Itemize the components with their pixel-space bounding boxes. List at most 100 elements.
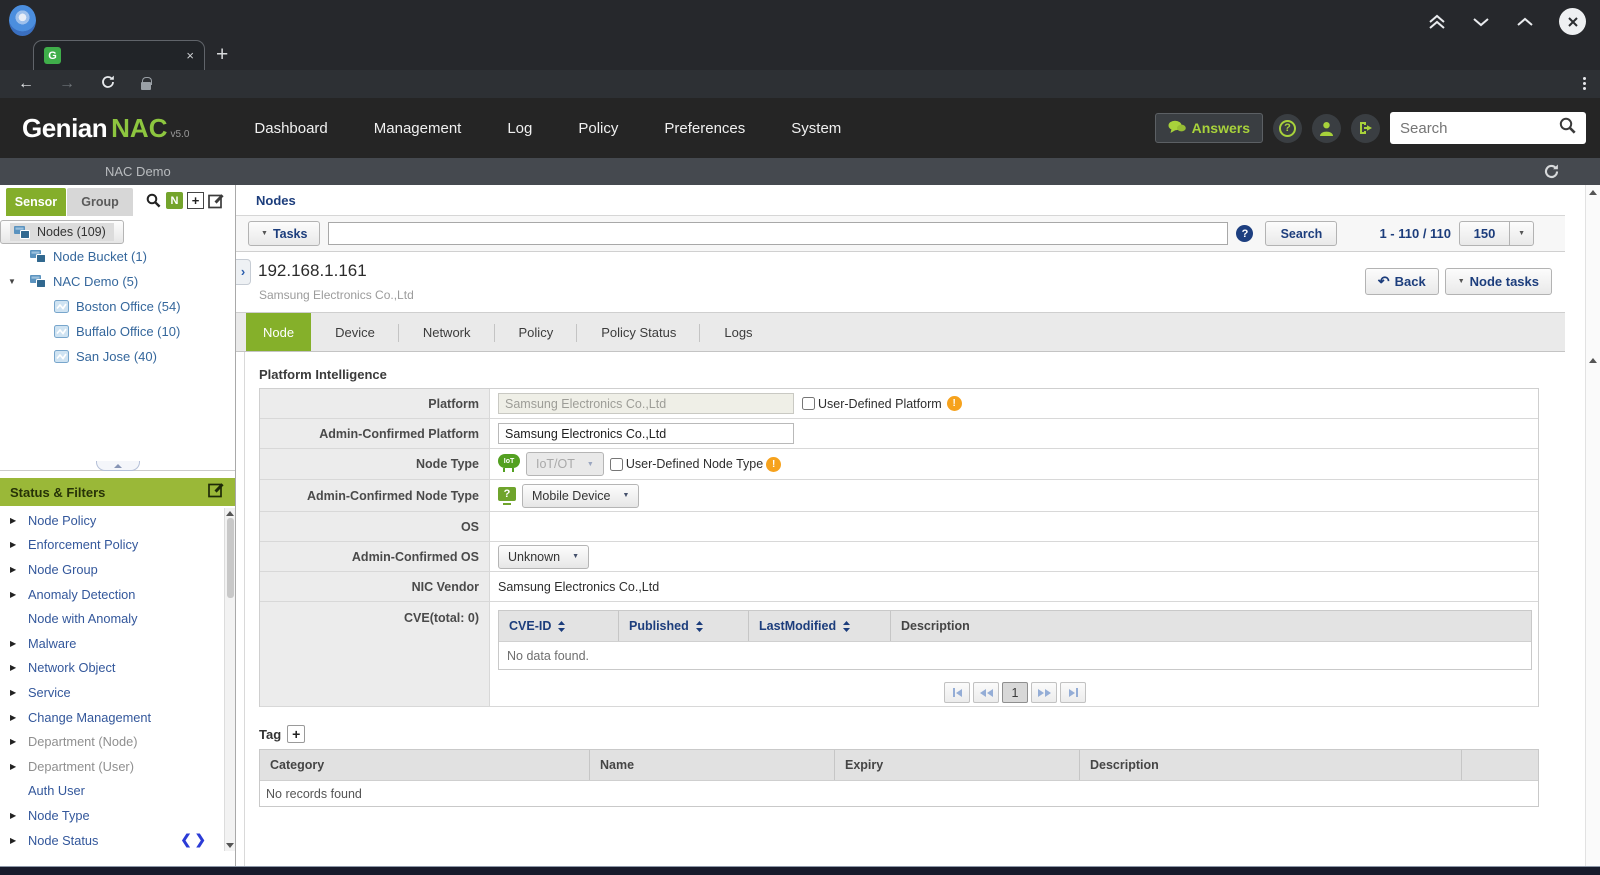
category-column-header: Category [260,750,590,780]
scrollbar-thumb[interactable] [227,518,234,598]
nav-log[interactable]: Log [484,120,555,137]
sidebar-search-icon[interactable] [145,192,162,209]
filter-item-service[interactable]: ▶Service [0,680,225,705]
minimize-icon[interactable] [1471,15,1491,29]
tab-network[interactable]: Network [399,313,495,351]
sidebar-scrollbar[interactable] [224,508,235,851]
panel-expander-button[interactable]: › [236,259,251,285]
current-page-button[interactable]: 1 [1002,682,1028,703]
chevron-down-icon[interactable]: ▼ [1510,222,1533,245]
filters-edit-icon[interactable] [208,481,225,503]
admin-os-select[interactable]: Unknown▼ [498,545,589,569]
published-column-header[interactable]: Published [619,611,749,641]
answers-button[interactable]: Answers [1155,113,1263,143]
collapse-handle[interactable] [96,461,140,471]
back-nav-icon[interactable]: ← [18,76,34,92]
scroll-up-icon[interactable] [1589,358,1597,363]
last-page-button[interactable] [1060,682,1086,703]
tab-device[interactable]: Device [311,313,399,351]
node-tab-content: Platform Intelligence Platform User-Defi… [244,352,1565,866]
tab-policy[interactable]: Policy [495,313,578,351]
tree-item-san-jose[interactable]: San Jose (40) [0,344,225,369]
filter-item-node-with-anomaly[interactable]: Node with Anomaly [0,606,225,631]
filter-item-malware[interactable]: ▶Malware [0,631,225,656]
back-button[interactable]: ↶Back [1365,268,1439,295]
browser-tab[interactable]: G × [33,40,205,70]
scroll-up-icon[interactable] [1589,190,1597,195]
filter-item-node-status[interactable]: ▶Node Status❮❯ [0,828,225,853]
sort-icon [558,621,565,632]
tree-item-nodes[interactable]: Nodes (109) [0,220,124,244]
nav-system[interactable]: System [768,120,864,137]
filter-item-node-group[interactable]: ▶Node Group [0,557,225,582]
filter-item-auth-user[interactable]: Auth User [0,779,225,804]
tree-item-nac-demo[interactable]: ▼ NAC Demo (5) [0,269,225,294]
node-detail-header: › 192.168.1.161 Samsung Electronics Co.,… [236,252,1565,312]
help-button[interactable]: ? [1273,114,1302,143]
nav-management[interactable]: Management [351,120,485,137]
nav-policy[interactable]: Policy [555,120,641,137]
tasks-button[interactable]: ▼Tasks [248,221,320,246]
scroll-up-icon[interactable] [226,511,234,516]
answers-label: Answers [1192,120,1250,136]
close-window-button[interactable] [1559,8,1586,35]
cve-id-column-header[interactable]: CVE-ID [499,611,619,641]
tab-node[interactable]: Node [246,313,311,351]
scroll-down-icon[interactable] [226,843,234,848]
node-tasks-button[interactable]: ▼Node tasks [1445,268,1552,295]
search-icon[interactable] [1559,117,1576,139]
next-page-button[interactable] [1031,682,1057,703]
sidebar-edit-icon[interactable] [208,192,225,209]
tree-item-node-bucket[interactable]: Node Bucket (1) [0,244,225,269]
tab-group[interactable]: Group [67,188,133,216]
brand-name: Genian [22,113,107,143]
filter-item-department-node[interactable]: ▶Department (Node) [0,729,225,754]
filter-item-department-user[interactable]: ▶Department (User) [0,754,225,779]
tag-add-button[interactable]: + [287,725,305,743]
pager-angle-icons[interactable]: ❮❯ [180,832,209,848]
user-defined-node-type-checkbox[interactable] [610,458,623,471]
search-help-icon[interactable]: ? [1236,225,1253,242]
admin-platform-input[interactable] [498,423,794,444]
global-search-input[interactable] [1400,120,1553,137]
prev-page-button[interactable] [973,682,999,703]
reload-icon[interactable] [100,74,116,95]
tree-item-boston-office[interactable]: Boston Office (54) [0,294,225,319]
first-page-button[interactable] [944,682,970,703]
search-button[interactable]: Search [1265,221,1337,246]
refresh-icon[interactable] [1543,163,1560,185]
new-tab-button[interactable]: + [216,43,228,67]
tree-item-buffalo-office[interactable]: Buffalo Office (10) [0,319,225,344]
name-column-header: Name [590,750,835,780]
forward-nav-icon[interactable]: → [59,76,75,92]
last-modified-column-header[interactable]: LastModified [749,611,891,641]
main-scrollbar[interactable] [1585,185,1600,866]
user-defined-node-type-option: User-Defined Node Type [610,457,763,471]
filter-item-node-policy[interactable]: ▶Node Policy [0,508,225,533]
filter-label: Node Type [28,808,90,823]
filter-item-change-management[interactable]: ▶Change Management [0,705,225,730]
keep-above-icon[interactable] [1427,14,1447,30]
admin-node-type-select[interactable]: Mobile Device▼ [522,484,639,508]
tab-policy-status[interactable]: Policy Status [577,313,700,351]
user-defined-platform-checkbox[interactable] [802,397,815,410]
expand-caret-icon[interactable]: ▼ [8,277,16,286]
sidebar-n-badge-icon[interactable]: N [166,192,183,209]
filter-label: Department (User) [28,759,134,774]
tab-logs[interactable]: Logs [700,313,776,351]
filter-item-anomaly-detection[interactable]: ▶Anomaly Detection [0,582,225,607]
sidebar-add-icon[interactable]: + [187,192,204,209]
tab-close-icon[interactable]: × [186,48,194,63]
browser-menu-icon[interactable] [1583,77,1586,90]
filter-item-network-object[interactable]: ▶Network Object [0,656,225,681]
nav-dashboard[interactable]: Dashboard [231,120,350,137]
user-button[interactable] [1312,114,1341,143]
nav-preferences[interactable]: Preferences [641,120,768,137]
filter-item-node-type[interactable]: ▶Node Type [0,803,225,828]
logout-button[interactable] [1351,114,1380,143]
tab-sensor[interactable]: Sensor [6,188,66,216]
filter-item-enforcement-policy[interactable]: ▶Enforcement Policy [0,533,225,558]
page-size-select[interactable]: 150 ▼ [1459,221,1534,246]
maximize-icon[interactable] [1515,15,1535,29]
node-search-input[interactable] [328,222,1228,245]
